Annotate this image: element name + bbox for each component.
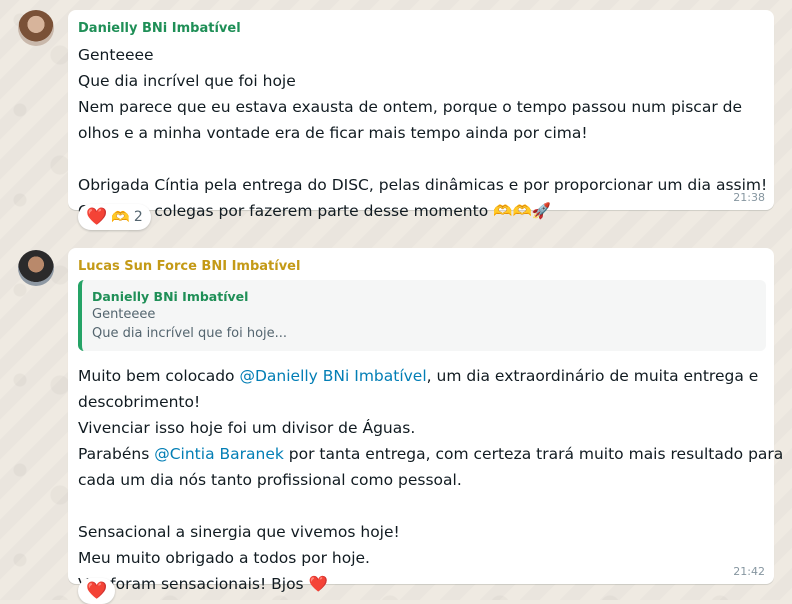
text-segment: , um dia extraordinário de muita entrega… bbox=[426, 367, 759, 385]
text-segment: Muito bem colocado bbox=[78, 367, 240, 385]
heart-hands-reaction-icon: 🫶 bbox=[111, 207, 130, 226]
reactions-pill[interactable]: ❤️ bbox=[78, 578, 116, 604]
message-timestamp: 21:42 bbox=[733, 565, 765, 578]
message-line: Meu muito obrigado a todos por hoje. bbox=[78, 549, 370, 567]
sender-name[interactable]: Danielly BNi Imbatível bbox=[78, 20, 764, 38]
reaction-count: 2 bbox=[133, 209, 143, 225]
quoted-message[interactable]: Danielly BNi Imbatível Genteeee Que dia … bbox=[78, 280, 766, 351]
message-line: Vivenciar isso hoje foi um divisor de Ág… bbox=[78, 419, 416, 437]
quoted-line: Que dia incrível que foi hoje... bbox=[92, 326, 288, 341]
reactions-pill[interactable]: ❤️ 🫶 2 bbox=[78, 204, 151, 230]
heart-reaction-icon: ❤️ bbox=[86, 580, 108, 601]
message-bubble[interactable]: Lucas Sun Force BNI Imbatível Danielly B… bbox=[68, 248, 783, 593]
message-line: olhos e a minha vontade era de ficar mai… bbox=[78, 124, 588, 142]
heart-emoji-icon: ❤️ bbox=[308, 575, 328, 593]
message-line: Genteeee bbox=[78, 46, 154, 64]
message-line: Nem parece que eu estava exausta de onte… bbox=[78, 98, 742, 116]
message-line: Obrigada colegas por fazerem parte desse… bbox=[78, 198, 764, 224]
message-text: Genteeee Que dia incrível que foi hoje N… bbox=[78, 42, 768, 224]
message-line: cada um dia nós tanto profissional como … bbox=[78, 471, 462, 489]
message-text: Muito bem colocado @Danielly BNi Imbatív… bbox=[78, 363, 783, 597]
text-segment: por tanta entrega, com certeza trará mui… bbox=[283, 445, 784, 463]
avatar[interactable] bbox=[18, 10, 54, 46]
message-timestamp: 21:38 bbox=[733, 191, 765, 204]
mention-link[interactable]: @Danielly BNi Imbatível bbox=[239, 367, 426, 385]
message-line: Sensacional a sinergia que vivemos hoje! bbox=[78, 523, 400, 541]
sender-name[interactable]: Lucas Sun Force BNI Imbatível bbox=[78, 258, 764, 276]
message-line: Que dia incrível que foi hoje bbox=[78, 72, 296, 90]
heart-reaction-icon: ❤️ bbox=[86, 206, 108, 227]
hands-rocket-emoji: 🫶🫶🚀 bbox=[493, 202, 552, 220]
message-line: descobrimento! bbox=[78, 393, 201, 411]
mention-link[interactable]: @Cintia Baranek bbox=[154, 445, 284, 463]
avatar[interactable] bbox=[18, 250, 54, 286]
quoted-sender: Danielly BNi Imbatível bbox=[92, 289, 249, 304]
message-line: Parabéns @Cintia Baranek por tanta entre… bbox=[78, 441, 783, 467]
message-line: Muito bem colocado @Danielly BNi Imbatív… bbox=[78, 363, 764, 389]
message-line: Vcs foram sensacionais! Bjos ❤️ bbox=[78, 571, 764, 597]
text-segment: Parabéns bbox=[78, 445, 155, 463]
message-bubble[interactable]: Danielly BNi Imbatível Genteeee Que dia … bbox=[68, 10, 774, 220]
message-line: Obrigada Cíntia pela entrega do DISC, pe… bbox=[78, 176, 768, 194]
quoted-line: Genteeee bbox=[92, 307, 156, 322]
